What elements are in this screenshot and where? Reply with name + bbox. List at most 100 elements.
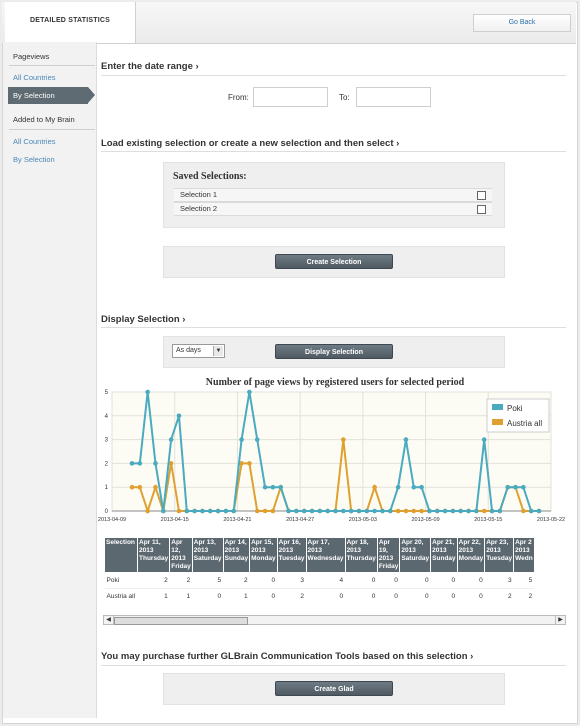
data-point — [129, 461, 135, 466]
data-point — [341, 508, 346, 514]
data-point — [489, 508, 495, 514]
data-point — [153, 461, 158, 466]
legend-swatch — [492, 419, 503, 425]
scroll-left-icon[interactable]: ◀ — [104, 616, 114, 624]
table-cell: 3 — [484, 572, 514, 589]
data-point — [215, 508, 221, 514]
data-point — [254, 437, 260, 442]
table-header-cell: Apr 18, 2013 Thursday — [344, 537, 378, 573]
table-header-cell: Apr 21, 2013 Sunday — [430, 537, 458, 573]
scrollbar-thumb[interactable] — [114, 617, 248, 625]
table-header-cell: Apr 2 2013 Wedn — [513, 537, 535, 573]
table-cell: 2 — [277, 588, 307, 603]
data-table: Selection Apr 11, 2013 Thursday Apr 12, 2013 Fr… — [104, 537, 565, 603]
data-point — [481, 437, 487, 442]
data-point — [192, 508, 197, 514]
y-tick-label: 4 — [105, 414, 109, 420]
x-tick-label: 2013-04-21 — [223, 517, 251, 523]
chart-legend: Poki Austria all — [486, 398, 550, 433]
table-header-cell: Apr 16, 2013 Tuesday — [276, 537, 307, 573]
table-header-cell: Selection — [104, 537, 138, 573]
table-cell: 0 — [377, 588, 400, 603]
table-cell: 0 — [457, 588, 485, 603]
data-point — [325, 508, 330, 514]
data-point — [466, 508, 471, 514]
table-cell: 0 — [249, 572, 278, 589]
x-tick-label: 2013-04-27 — [286, 517, 314, 523]
x-tick-label: 2013-05-03 — [349, 517, 377, 523]
data-point — [231, 508, 237, 514]
data-point — [348, 508, 354, 514]
scroll-right-icon[interactable]: ▶ — [555, 616, 565, 624]
table-cell: 2 — [223, 572, 250, 589]
data-point — [239, 437, 244, 442]
data-point — [333, 508, 338, 514]
data-point — [474, 508, 479, 514]
table-cell: 3 — [277, 572, 307, 589]
table-cell: 1 — [169, 588, 193, 603]
table-cell: 0 — [249, 588, 278, 603]
data-point — [223, 508, 229, 514]
y-tick-label: 5 — [105, 390, 109, 396]
table-cell: 0 — [399, 588, 431, 603]
data-point — [153, 484, 158, 490]
data-point — [513, 484, 518, 490]
data-point — [380, 508, 385, 514]
table-header-cell: Apr 14, 2013 Sunday — [222, 537, 251, 573]
data-point — [419, 508, 424, 514]
data-point — [403, 437, 409, 442]
table-cell: 2 — [513, 588, 535, 603]
table-cell: 0 — [345, 588, 378, 603]
data-point — [411, 508, 417, 514]
y-tick-label: 3 — [105, 438, 109, 444]
table-row-label: Austria all — [104, 588, 138, 603]
data-point — [278, 484, 284, 490]
legend-label: Austria all — [507, 419, 542, 428]
data-point — [497, 508, 503, 514]
data-point — [536, 508, 542, 514]
data-point — [137, 461, 143, 466]
data-point — [528, 508, 534, 514]
data-point — [481, 508, 487, 514]
table-header-cell: Apr 22, 2013 Monday — [456, 537, 486, 573]
data-point — [200, 508, 205, 514]
data-point — [145, 508, 150, 514]
data-point — [458, 508, 464, 514]
table-cell: 0 — [399, 572, 431, 589]
data-point — [403, 508, 409, 514]
table-header-cell: Apr 12, 2013 Friday — [169, 537, 193, 573]
data-point — [372, 484, 377, 490]
table-row: Austria all 1 1 0 1 0 2 0 0 0 0 0 0 2 2 — [104, 588, 535, 603]
table-cell: 0 — [457, 572, 485, 589]
legend-label: Poki — [507, 404, 523, 413]
table-body: Poki 2 2 5 2 0 3 4 0 0 0 0 0 3 5 Austria all 1 1 0 1 0 2 0 0 0 0 0… — [104, 572, 535, 603]
table-header-cell: Apr 19, 2013 Friday — [376, 537, 401, 573]
section-divider — [101, 665, 566, 666]
table-cell: 0 — [192, 588, 224, 603]
table-header-row: Selection Apr 11, 2013 Thursday Apr 12, 2013 Fr… — [104, 537, 535, 573]
x-tick-label: 2013-05-22 — [537, 517, 565, 523]
table-cell: 2 — [484, 588, 514, 603]
table-header-cell: Apr 13, 2013 Saturday — [191, 537, 224, 573]
data-point — [270, 484, 276, 490]
table-header-cell: Apr 11, 2013 Thursday — [136, 537, 171, 573]
data-point — [301, 508, 307, 514]
table-row: Poki 2 2 5 2 0 3 4 0 0 0 0 0 3 5 — [104, 572, 535, 589]
data-point — [387, 508, 393, 514]
table-cell: 0 — [377, 572, 400, 589]
horizontal-scrollbar[interactable]: ◀ ▶ — [103, 615, 566, 625]
table-cell: 5 — [513, 572, 535, 589]
data-point — [129, 484, 135, 490]
create-glad-button[interactable]: Create Glad — [275, 681, 393, 696]
table-cell: 2 — [137, 572, 170, 589]
data-table-grid: Selection Apr 11, 2013 Thursday Apr 12, 2013 Fr… — [104, 537, 535, 603]
data-point — [254, 508, 260, 514]
data-point — [521, 484, 526, 490]
data-point — [521, 508, 526, 514]
table-cell: 1 — [223, 588, 250, 603]
data-point — [309, 508, 315, 514]
data-point — [442, 508, 448, 514]
legend-swatch — [492, 404, 503, 410]
table-header-cell: Apr 23, 2013 Tuesday — [484, 537, 515, 573]
y-tick-label: 0 — [105, 509, 109, 515]
